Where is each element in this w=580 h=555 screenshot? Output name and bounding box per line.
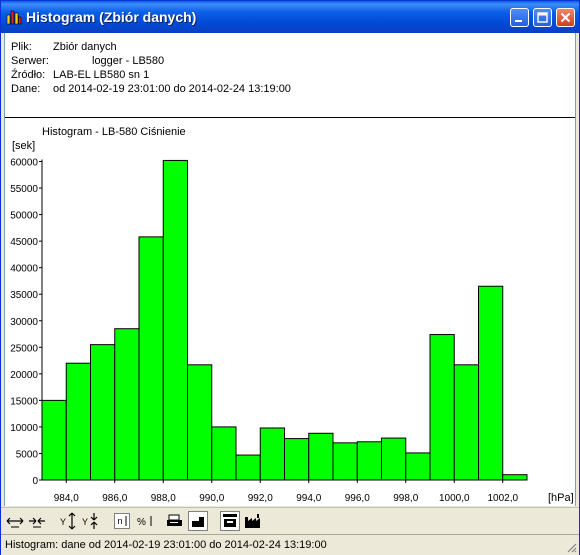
print-icon <box>167 514 182 526</box>
x-tick-label: 1002,0 <box>487 493 518 504</box>
resize-grip-icon[interactable] <box>565 541 577 553</box>
histogram-bar <box>138 236 164 481</box>
print-preview-button[interactable] <box>220 511 240 531</box>
y-tick-label: 30000 <box>10 317 38 328</box>
percent-button[interactable]: % <box>135 511 155 531</box>
histogram-bar <box>381 437 407 481</box>
svg-text:Y: Y <box>82 517 88 527</box>
y-tick-label: 40000 <box>10 264 38 275</box>
histogram-bar <box>453 364 479 481</box>
histogram-chart: Histogram - LB-580 Ciśnienie [sek] [hPa]… <box>10 126 574 504</box>
zoom-y-in-button[interactable]: Y <box>59 511 79 531</box>
bar-style-button[interactable] <box>188 511 208 531</box>
svg-text:n: n <box>118 516 123 526</box>
factory-button[interactable] <box>243 511 263 531</box>
x-tick-label: 998,0 <box>393 493 418 504</box>
x-tick-label: 990,0 <box>199 493 224 504</box>
x-tick-label: 986,0 <box>102 493 127 504</box>
maximize-icon <box>537 12 548 23</box>
histogram-bar <box>90 344 116 481</box>
window-title: Histogram (Zbiór danych) <box>26 9 197 25</box>
svg-text:%: % <box>137 517 146 528</box>
x-tick-label: 1000,0 <box>439 493 470 504</box>
close-icon <box>560 12 571 23</box>
histogram-bar <box>502 474 528 481</box>
count-n-button[interactable]: n <box>112 511 132 531</box>
zoom-y-in-icon: Y <box>60 512 76 530</box>
histogram-window: Histogram (Zbiór danych) Plik: Zbiór dan… <box>0 0 580 555</box>
close-button[interactable] <box>556 8 575 27</box>
y-tick-label: 60000 <box>10 158 38 169</box>
histogram-bar <box>187 364 213 481</box>
print-button[interactable] <box>165 511 185 531</box>
maximize-button[interactable] <box>533 8 552 27</box>
histogram-bar <box>332 442 358 481</box>
y-tick-label: 50000 <box>10 211 38 222</box>
histogram-bar <box>211 426 237 481</box>
y-tick-label: 55000 <box>10 184 38 195</box>
svg-text:Y: Y <box>60 517 66 527</box>
x-axis-label: [hPa] <box>548 492 574 504</box>
histogram-bar <box>308 432 334 481</box>
document-area: Plik: Zbiór danych Serwer: logger - LB58… <box>4 33 576 506</box>
histogram-bar <box>41 399 67 481</box>
chart-app-icon <box>6 10 22 25</box>
histogram-bar <box>162 159 188 481</box>
title-bar[interactable]: Histogram (Zbiór danych) <box>1 1 579 33</box>
histogram-bar <box>478 285 504 481</box>
minimize-button[interactable] <box>510 8 529 27</box>
histogram-bar <box>405 452 431 481</box>
y-tick-label: 15000 <box>10 396 38 407</box>
bar-style-icon <box>192 517 204 527</box>
percent-icon: % <box>137 516 152 528</box>
y-tick-label: 10000 <box>10 423 38 434</box>
zoom-x-in-icon <box>6 517 24 528</box>
y-tick-label: 45000 <box>10 237 38 248</box>
x-tick-label: 994,0 <box>296 493 321 504</box>
x-tick-label: 992,0 <box>248 493 273 504</box>
minimize-icon <box>515 20 522 22</box>
histogram-bar <box>356 441 382 481</box>
y-tick-label: 20000 <box>10 370 38 381</box>
zoom-x-out-button[interactable] <box>27 511 47 531</box>
x-tick-label: 988,0 <box>151 493 176 504</box>
status-text: Histogram: dane od 2014-02-19 23:01:00 d… <box>5 539 327 551</box>
y-tick-label: 5000 <box>16 449 39 460</box>
histogram-bar <box>284 438 310 481</box>
y-axis-label: [sek] <box>12 140 35 152</box>
y-tick-label: 25000 <box>10 343 38 354</box>
zoom-x-in-button[interactable] <box>5 511 25 531</box>
histogram-bar <box>259 427 285 481</box>
zoom-x-out-icon <box>29 517 45 528</box>
status-bar: Histogram: dane od 2014-02-19 23:01:00 d… <box>1 534 579 555</box>
count-n-icon: n <box>114 513 130 529</box>
y-tick-label: 35000 <box>10 290 38 301</box>
chart-title: Histogram - LB-580 Ciśnienie <box>42 126 186 138</box>
x-tick-label: 984,0 <box>54 493 79 504</box>
histogram-bar <box>235 454 261 481</box>
zoom-y-out-icon: Y <box>82 513 98 529</box>
chart-toolbar: Y Y n % <box>1 507 579 534</box>
histogram-bar <box>65 362 91 481</box>
factory-icon <box>245 514 260 528</box>
histogram-bar <box>429 334 455 481</box>
y-tick-label: 0 <box>32 476 38 487</box>
zoom-y-out-button[interactable]: Y <box>81 511 101 531</box>
x-tick-label: 996,0 <box>345 493 370 504</box>
histogram-bar <box>114 328 140 481</box>
print-preview-icon <box>223 514 237 527</box>
